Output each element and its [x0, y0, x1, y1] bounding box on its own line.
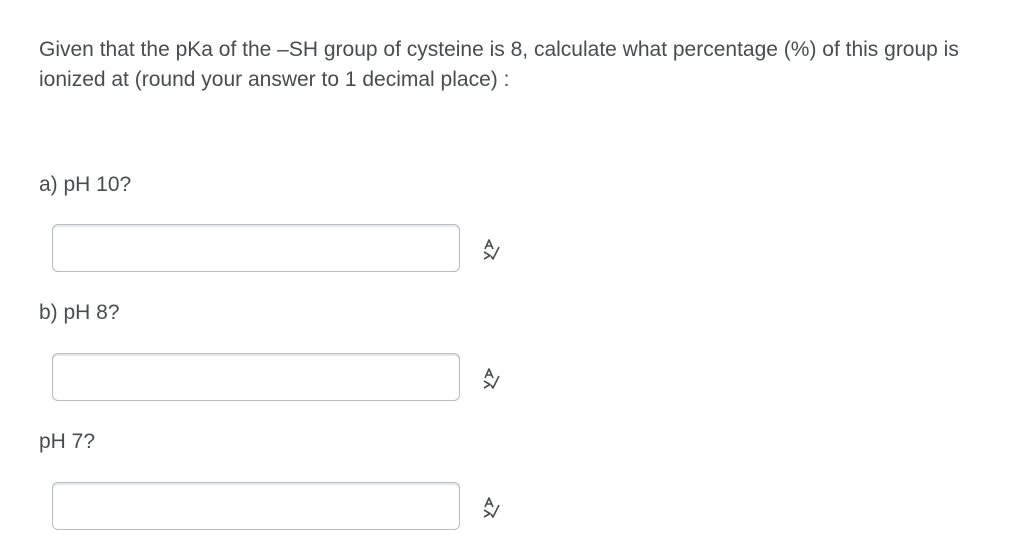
- question-text: Given that the pKa of the –SH group of c…: [39, 38, 959, 91]
- part-b-label: b) pH 8?: [39, 301, 120, 324]
- equation-editor-icon[interactable]: [481, 238, 503, 264]
- part-a-label: a) pH 10?: [39, 173, 132, 196]
- part-b-answer-input[interactable]: [52, 353, 460, 401]
- part-c-label: pH 7?: [39, 430, 96, 453]
- equation-editor-icon[interactable]: [481, 496, 503, 522]
- part-c-answer-input[interactable]: [52, 482, 460, 530]
- part-a-answer-input[interactable]: [52, 224, 460, 272]
- equation-editor-icon[interactable]: [481, 367, 503, 393]
